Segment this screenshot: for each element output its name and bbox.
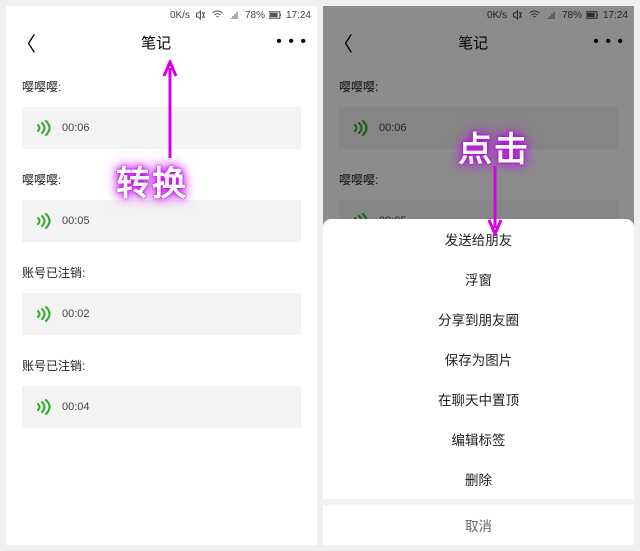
sound-icon	[32, 399, 54, 415]
header: 〈 笔记 • • •	[6, 24, 317, 60]
sender-label: 嘤嘤嘤:	[6, 153, 317, 196]
mute-icon	[194, 10, 207, 20]
voice-duration: 00:02	[62, 308, 90, 320]
phone-left: 0K/s 78% 17:24 〈 笔记 • • • 嘤嘤嘤: 00:06 嘤嘤嘤:…	[6, 6, 317, 545]
back-icon[interactable]: 〈	[16, 28, 36, 57]
voice-bubble[interactable]: 00:05	[22, 200, 301, 242]
net-speed: 0K/s	[170, 10, 190, 21]
menu-edit-tags[interactable]: 编辑标签	[323, 419, 634, 459]
page-title: 笔记	[141, 32, 171, 53]
battery-icon	[269, 10, 282, 20]
phone-right: 0K/s 78% 17:24 〈 笔记 • • • 嘤嘤嘤:00:06 嘤嘤嘤:…	[323, 6, 634, 545]
more-icon[interactable]: • • •	[276, 33, 307, 51]
list-item: 账号已注销: 00:02	[6, 246, 317, 335]
battery-pct: 78%	[245, 10, 265, 21]
list-item: 嘤嘤嘤: 00:06	[6, 60, 317, 149]
note-body: 嘤嘤嘤: 00:06 嘤嘤嘤: 00:05 账号已注销: 00:02 账号已注销: 00…	[6, 60, 317, 428]
signal-icon	[228, 10, 241, 20]
sender-label: 嘤嘤嘤:	[6, 60, 317, 103]
wifi-icon	[211, 10, 224, 20]
voice-duration: 00:04	[62, 401, 90, 413]
menu-save-image[interactable]: 保存为图片	[323, 339, 634, 379]
menu-cancel[interactable]: 取消	[323, 505, 634, 545]
voice-bubble[interactable]: 00:02	[22, 293, 301, 335]
sound-icon	[32, 306, 54, 322]
voice-bubble[interactable]: 00:06	[22, 107, 301, 149]
menu-send-friend[interactable]: 发送给朋友	[323, 219, 634, 259]
list-item: 账号已注销: 00:04	[6, 339, 317, 428]
menu-delete[interactable]: 删除	[323, 459, 634, 499]
menu-share-moments[interactable]: 分享到朋友圈	[323, 299, 634, 339]
status-bar: 0K/s 78% 17:24	[6, 6, 317, 24]
sender-label: 账号已注销:	[6, 246, 317, 289]
voice-bubble[interactable]: 00:04	[22, 386, 301, 428]
menu-pin-chat[interactable]: 在聊天中置顶	[323, 379, 634, 419]
clock: 17:24	[286, 10, 311, 21]
sender-label: 账号已注销:	[6, 339, 317, 382]
sound-icon	[32, 120, 54, 136]
menu-float-window[interactable]: 浮窗	[323, 259, 634, 299]
sound-icon	[32, 213, 54, 229]
list-item: 嘤嘤嘤: 00:05	[6, 153, 317, 242]
voice-duration: 00:06	[62, 122, 90, 134]
voice-duration: 00:05	[62, 215, 90, 227]
action-sheet: 发送给朋友 浮窗 分享到朋友圈 保存为图片 在聊天中置顶 编辑标签 删除 取消	[323, 219, 634, 545]
